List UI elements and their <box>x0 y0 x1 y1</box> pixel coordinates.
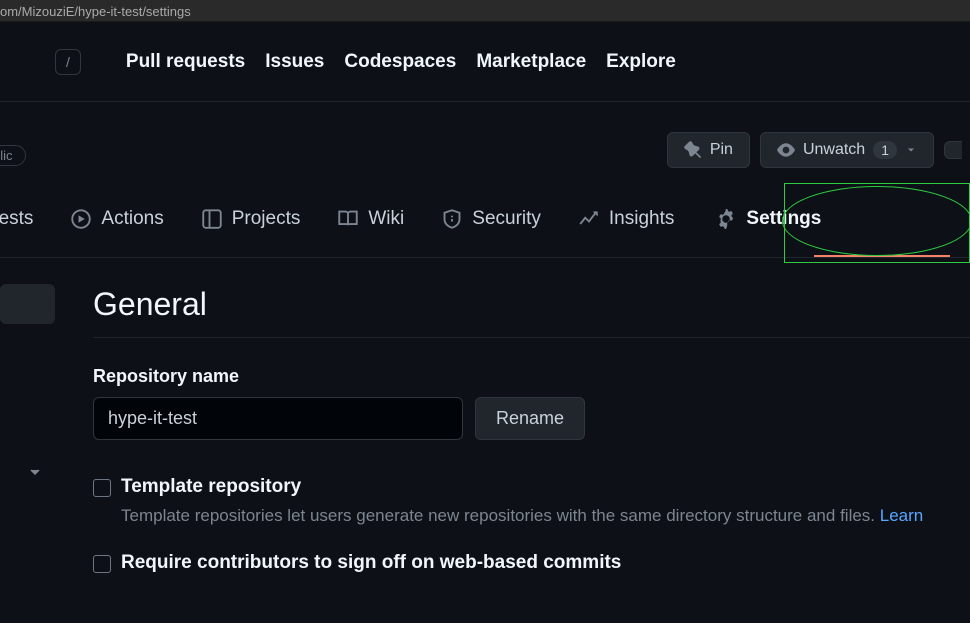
tab-label: Settings <box>746 208 821 230</box>
watch-count: 1 <box>873 141 897 159</box>
book-icon <box>338 209 358 229</box>
template-label: Template repository <box>121 476 301 498</box>
settings-main: General Repository name Rename Template … <box>55 258 970 582</box>
repo-name-label: Repository name <box>93 366 970 387</box>
tab-security[interactable]: Security <box>442 208 541 248</box>
nav-pull-requests[interactable]: Pull requests <box>126 51 245 73</box>
shield-icon <box>442 209 462 229</box>
play-icon <box>71 209 91 229</box>
repo-name-input[interactable] <box>93 397 463 440</box>
pin-button[interactable]: Pin <box>667 132 750 168</box>
gear-icon <box>716 209 736 229</box>
unwatch-button[interactable]: Unwatch 1 <box>760 132 934 168</box>
tab-insights[interactable]: Insights <box>579 208 674 248</box>
nav-issues[interactable]: Issues <box>265 51 324 73</box>
page-title: General <box>93 286 970 338</box>
rename-button[interactable]: Rename <box>475 397 585 440</box>
search-slash-key[interactable]: / <box>55 49 81 75</box>
project-icon <box>202 209 222 229</box>
template-description: Template repositories let users generate… <box>121 506 970 526</box>
sidebar-collapse[interactable] <box>0 464 55 480</box>
tab-settings[interactable]: Settings <box>716 208 821 248</box>
tab-label: Wiki <box>368 208 404 230</box>
pin-icon <box>684 141 702 159</box>
graph-icon <box>579 209 599 229</box>
repo-header: Pin Unwatch 1 <box>0 102 970 168</box>
nav-explore[interactable]: Explore <box>606 51 676 73</box>
tab-pull-requests-partial[interactable]: uests <box>0 208 33 248</box>
pin-label: Pin <box>710 141 733 159</box>
url-bar: om/MizouziE/hype-it-test/settings <box>0 0 970 22</box>
top-nav: / Pull requests Issues Codespaces Market… <box>0 22 970 102</box>
settings-sidebar <box>0 258 55 582</box>
nav-codespaces[interactable]: Codespaces <box>344 51 456 73</box>
signoff-checkbox-row: Require contributors to sign off on web-… <box>93 552 970 574</box>
repo-tabs: uests Actions Projects Wiki Security Ins… <box>0 168 970 258</box>
visibility-badge: olic <box>0 145 26 166</box>
template-checkbox-row: Template repository <box>93 476 970 498</box>
chevron-down-icon <box>27 464 43 480</box>
tab-label: Projects <box>232 208 301 230</box>
tab-projects[interactable]: Projects <box>202 208 301 248</box>
tab-label: Actions <box>101 208 163 230</box>
repo-name-row: Rename <box>93 397 970 440</box>
eye-icon <box>777 141 795 159</box>
tab-wiki[interactable]: Wiki <box>338 208 404 248</box>
sidebar-item-general[interactable] <box>0 284 55 324</box>
active-tab-underline <box>814 255 950 257</box>
tab-label: uests <box>0 208 33 230</box>
more-button-partial[interactable] <box>944 141 962 159</box>
signoff-checkbox[interactable] <box>93 555 111 573</box>
tab-label: Security <box>472 208 541 230</box>
learn-more-link[interactable]: Learn <box>880 506 923 525</box>
tab-label: Insights <box>609 208 674 230</box>
chevron-down-icon <box>905 144 917 156</box>
tab-actions[interactable]: Actions <box>71 208 163 248</box>
content-area: General Repository name Rename Template … <box>0 258 970 582</box>
nav-marketplace[interactable]: Marketplace <box>476 51 586 73</box>
template-checkbox[interactable] <box>93 479 111 497</box>
signoff-label: Require contributors to sign off on web-… <box>121 552 621 574</box>
unwatch-label: Unwatch <box>803 141 865 159</box>
